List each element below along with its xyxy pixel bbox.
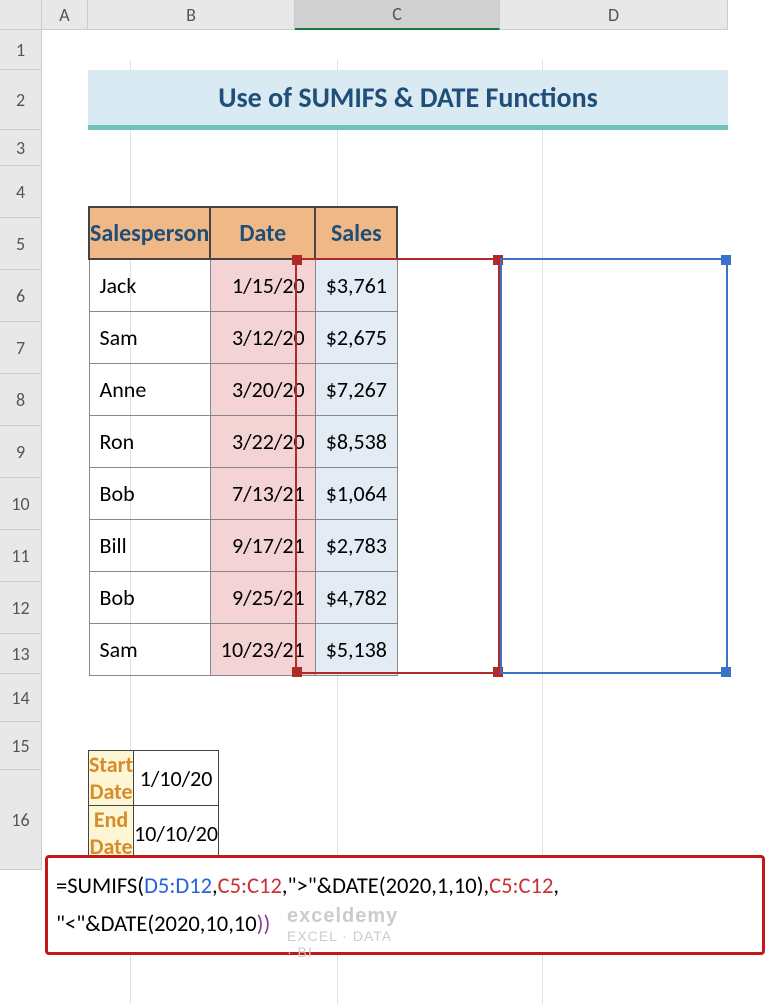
watermark-subtitle: EXCEL · DATA · BI xyxy=(287,928,391,960)
watermark-title: exceldemy xyxy=(287,905,398,928)
amount: 4,782 xyxy=(337,584,387,611)
formula-range: D5:D12 xyxy=(144,873,212,900)
row-header-9[interactable]: 9 xyxy=(0,426,42,478)
cell-date[interactable]: 1/15/20 xyxy=(210,259,315,311)
table-row: Sam10/23/21$5,138 xyxy=(89,623,397,675)
row-header-14[interactable]: 14 xyxy=(0,674,42,722)
cur: $ xyxy=(326,480,337,507)
col-header-C[interactable]: C xyxy=(295,0,500,30)
col-header-A[interactable]: A xyxy=(42,0,88,30)
cell-salesperson[interactable]: Bob xyxy=(89,571,210,623)
header-salesperson[interactable]: Salesperson xyxy=(89,207,210,259)
cell-salesperson[interactable]: Sam xyxy=(89,623,210,675)
cur: $ xyxy=(326,428,337,455)
amount: 2,675 xyxy=(337,324,387,351)
cell-sales[interactable]: $2,675 xyxy=(315,311,397,363)
criteria-table: Start Date1/10/20 End Date10/10/20 xyxy=(88,750,219,861)
cur: $ xyxy=(326,636,337,663)
row-header-6[interactable]: 6 xyxy=(0,270,42,322)
row-header-7[interactable]: 7 xyxy=(0,322,42,374)
amount: 1,064 xyxy=(337,480,387,507)
end-date-value[interactable]: 10/10/20 xyxy=(134,806,219,861)
cell-salesperson[interactable]: Sam xyxy=(89,311,210,363)
cell-sales[interactable]: $2,783 xyxy=(315,519,397,571)
cell-sales[interactable]: $5,138 xyxy=(315,623,397,675)
formula-cell[interactable]: =SUMIFS(D5:D12,C5:C12,">"&DATE(2020,1,10… xyxy=(45,855,765,955)
page-title: Use of SUMIFS & DATE Functions xyxy=(88,70,728,130)
formula-text: ,">"&DATE( xyxy=(282,873,386,900)
formula-text: ), xyxy=(477,873,489,900)
table-row: Bill9/17/21$2,783 xyxy=(89,519,397,571)
cur: $ xyxy=(326,376,337,403)
amount: 8,538 xyxy=(337,428,387,455)
cell-date[interactable]: 9/17/21 xyxy=(210,519,315,571)
row-header-1[interactable]: 1 xyxy=(0,30,42,70)
cell-date[interactable]: 10/23/21 xyxy=(210,623,315,675)
amount: 2,783 xyxy=(337,532,387,559)
column-headers: A B C D xyxy=(0,0,768,30)
table-row: Bob9/25/21$4,782 xyxy=(89,571,397,623)
formula-text: , xyxy=(553,873,559,900)
row-header-3[interactable]: 3 xyxy=(0,130,42,166)
amount: 5,138 xyxy=(337,636,387,663)
amount: 7,267 xyxy=(337,376,387,403)
cell-sales[interactable]: $7,267 xyxy=(315,363,397,415)
cell-salesperson[interactable]: Jack xyxy=(89,259,210,311)
table-row: Anne3/20/20$7,267 xyxy=(89,363,397,415)
formula-text: =SUMIFS( xyxy=(56,873,144,900)
formula-args: 2020,1,10 xyxy=(386,873,477,900)
cell-salesperson[interactable]: Ron xyxy=(89,415,210,467)
table-row: Ron3/22/20$8,538 xyxy=(89,415,397,467)
table-row: Sam3/12/20$2,675 xyxy=(89,311,397,363)
cur: $ xyxy=(326,532,337,559)
row-header-4[interactable]: 4 xyxy=(0,166,42,218)
formula-range: C5:C12 xyxy=(489,873,553,900)
header-sales[interactable]: Sales xyxy=(315,207,397,259)
row-header-10[interactable]: 10 xyxy=(0,478,42,530)
data-table: Salesperson Date Sales Jack1/15/20$3,761… xyxy=(88,206,398,676)
table-row: Jack1/15/20$3,761 xyxy=(89,259,397,311)
cur: $ xyxy=(326,584,337,611)
cell-date[interactable]: 9/25/21 xyxy=(210,571,315,623)
row-header-13[interactable]: 13 xyxy=(0,634,42,674)
row-header-11[interactable]: 11 xyxy=(0,530,42,582)
row-header-15[interactable]: 15 xyxy=(0,722,42,770)
cell-date[interactable]: 3/20/20 xyxy=(210,363,315,415)
cur: $ xyxy=(326,324,337,351)
cell-date[interactable]: 3/22/20 xyxy=(210,415,315,467)
formula-text: "<"&DATE( xyxy=(56,911,154,938)
formula-range: C5:C12 xyxy=(218,873,282,900)
formula-text: )) xyxy=(257,911,271,938)
cell-salesperson[interactable]: Bob xyxy=(89,467,210,519)
formula-args: 2020,10,10 xyxy=(154,911,256,938)
col-header-D[interactable]: D xyxy=(500,0,728,30)
cur: $ xyxy=(326,272,337,299)
table-row: Bob7/13/21$1,064 xyxy=(89,467,397,519)
start-date-value[interactable]: 1/10/20 xyxy=(134,751,219,806)
watermark: exceldemy EXCEL · DATA · BI xyxy=(287,905,398,960)
start-date-label[interactable]: Start Date xyxy=(89,751,134,806)
row-header-5[interactable]: 5 xyxy=(0,218,42,270)
cell-sales[interactable]: $3,761 xyxy=(315,259,397,311)
col-header-B[interactable]: B xyxy=(88,0,295,30)
select-all-corner[interactable] xyxy=(0,0,42,30)
cell-salesperson[interactable]: Bill xyxy=(89,519,210,571)
row-header-16[interactable]: 16 xyxy=(0,770,42,870)
cell-sales[interactable]: $4,782 xyxy=(315,571,397,623)
header-date[interactable]: Date xyxy=(210,207,315,259)
spreadsheet: A B C D 1 2 3 4 5 6 7 8 9 10 11 12 13 14… xyxy=(0,0,768,30)
cell-date[interactable]: 3/12/20 xyxy=(210,311,315,363)
cell-sales[interactable]: $1,064 xyxy=(315,467,397,519)
row-headers: 1 2 3 4 5 6 7 8 9 10 11 12 13 14 15 16 xyxy=(0,30,42,870)
cell-sales[interactable]: $8,538 xyxy=(315,415,397,467)
cell-date[interactable]: 7/13/21 xyxy=(210,467,315,519)
cell-salesperson[interactable]: Anne xyxy=(89,363,210,415)
row-header-2[interactable]: 2 xyxy=(0,70,42,130)
row-header-8[interactable]: 8 xyxy=(0,374,42,426)
amount: 3,761 xyxy=(337,272,387,299)
row-header-12[interactable]: 12 xyxy=(0,582,42,634)
end-date-label[interactable]: End Date xyxy=(89,806,134,861)
